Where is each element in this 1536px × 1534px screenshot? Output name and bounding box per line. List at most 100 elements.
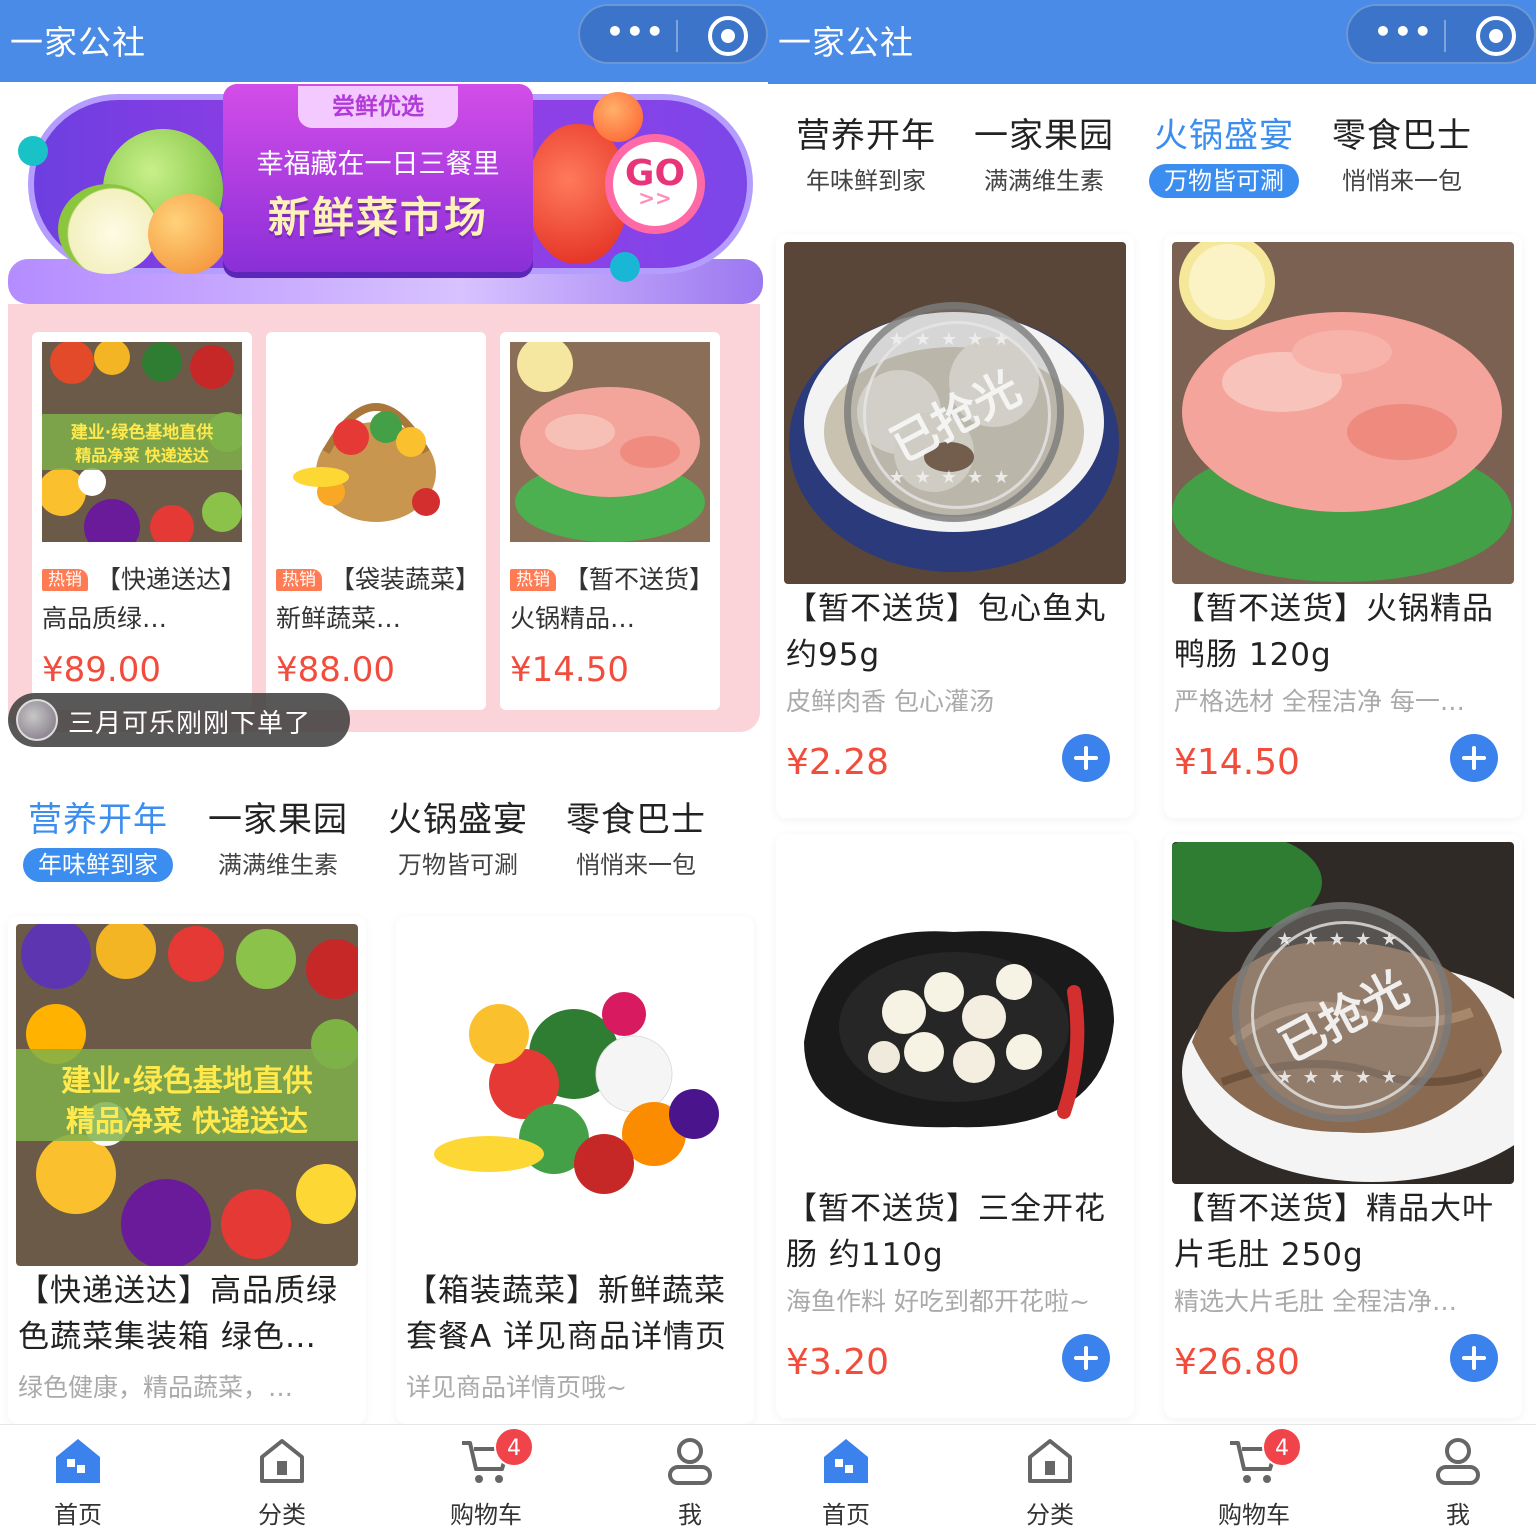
tab-subtitle: 悄悄来一包 <box>1342 167 1462 195</box>
image-caption: 建业·绿色基地直供 <box>61 1064 313 1099</box>
tab-hotpot[interactable]: 火锅盛宴 万物皆可涮 <box>1134 112 1314 198</box>
app-title: 一家公社 <box>10 23 146 62</box>
category-tabs: 营养开年 年味鲜到家 一家果园 满满维生素 火锅盛宴 万物皆可涮 零食巴士 悄悄… <box>0 796 768 906</box>
order-ticker: 三月可乐刚刚下单了 <box>8 693 350 747</box>
go-arrows: >> <box>638 186 672 210</box>
capsule-divider <box>1444 20 1446 52</box>
product-price: ¥89.00 <box>42 650 161 690</box>
category-icon <box>256 1435 308 1487</box>
tab-orchard[interactable]: 一家果园 满满维生素 <box>188 796 368 882</box>
tab-snacks[interactable]: 零食巴士 悄悄来一包 <box>546 796 726 882</box>
mini-program-capsule: ••• <box>578 4 768 64</box>
tab-orchard[interactable]: 一家果园 满满维生素 <box>954 112 1134 198</box>
stamp-stars: ★★★★★ <box>1276 1067 1408 1088</box>
home-icon <box>820 1435 872 1487</box>
close-target-icon[interactable] <box>708 16 748 56</box>
home-screen: 一家公社 ••• 尝鲜优选 幸福藏在一日三餐里 新鲜菜市场 GO >> 建业·绿… <box>0 0 768 1534</box>
product-image: 建业·绿色基地直供 精品净菜 快递送达 <box>16 924 358 1266</box>
tab-cart[interactable]: 4 购物车 <box>1184 1427 1324 1530</box>
product-price: ¥14.50 <box>510 650 629 690</box>
go-button[interactable]: GO >> <box>605 134 705 234</box>
hot-product-card[interactable]: 热销 【袋装蔬菜】新鲜蔬菜… ¥88.00 <box>266 332 486 710</box>
tab-label: 我 <box>1446 1501 1470 1529</box>
tab-home[interactable]: 首页 <box>8 1435 148 1530</box>
tab-subtitle: 满满维生素 <box>984 167 1104 195</box>
cart-badge: 4 <box>1262 1427 1302 1467</box>
tab-nutrition[interactable]: 营养开年 年味鲜到家 <box>8 796 188 882</box>
tab-subtitle: 年味鲜到家 <box>23 848 173 882</box>
cart-badge: 4 <box>494 1427 534 1467</box>
product-name: 热销 【袋装蔬菜】新鲜蔬菜… <box>276 560 480 638</box>
product-price: ¥88.00 <box>276 650 395 690</box>
tab-label: 购物车 <box>1218 1501 1290 1529</box>
product-description: 严格选材 全程洁净 每一… <box>1174 687 1465 716</box>
tab-subtitle: 万物皆可涮 <box>398 851 518 879</box>
tab-profile[interactable]: 我 <box>1388 1435 1528 1530</box>
tab-category[interactable]: 分类 <box>212 1435 352 1530</box>
product-card[interactable]: ★★★★★ 已抢光 ★★★★★ 【暂不送货】精品大叶片毛肚 250g 精选大片毛… <box>1164 834 1522 1418</box>
app-title: 一家公社 <box>778 23 914 62</box>
nav-bar: 一家公社 ••• <box>0 0 768 82</box>
add-to-cart-button[interactable] <box>1450 734 1498 782</box>
product-card[interactable]: 【箱装蔬菜】新鲜蔬菜套餐A 详见商品详情页 详见商品详情页哦~ <box>396 916 754 1424</box>
product-image: 建业·绿色基地直供 精品净菜 快递送达 <box>42 342 242 542</box>
tab-cart[interactable]: 4 购物车 <box>416 1427 556 1530</box>
product-description: 详见商品详情页哦~ <box>406 1373 627 1402</box>
deco-ball-icon <box>18 136 48 166</box>
hot-product-card[interactable]: 建业·绿色基地直供 精品净菜 快递送达 热销 【快递送达】高品质绿… ¥89.00 <box>32 332 252 710</box>
image-caption: 精品净菜 快递送达 <box>65 1104 309 1138</box>
close-target-icon[interactable] <box>1476 16 1516 56</box>
more-icon[interactable]: ••• <box>606 18 666 46</box>
product-card[interactable]: 【暂不送货】三全开花肠 约110g 海鱼作料 好吃到都开花啦~ ¥3.20 <box>776 834 1134 1418</box>
avatar <box>16 699 58 741</box>
more-icon[interactable]: ••• <box>1374 18 1434 46</box>
hotpot-screen: 一家公社 ••• 营养开年 年味鲜到家 一家果园 满满维生素 火锅盛宴 万物皆可… <box>768 0 1536 1534</box>
product-card[interactable]: 建业·绿色基地直供 精品净菜 快递送达 【快递送达】高品质绿色蔬菜集装箱 绿色…… <box>8 916 366 1424</box>
image-caption: 精品净菜 快递送达 <box>75 446 209 465</box>
tab-subtitle: 满满维生素 <box>218 851 338 879</box>
banner-center-panel: 尝鲜优选 幸福藏在一日三餐里 新鲜菜市场 <box>223 84 533 272</box>
product-price: ¥14.50 <box>1174 742 1300 783</box>
add-to-cart-button[interactable] <box>1062 1334 1110 1382</box>
add-to-cart-button[interactable] <box>1450 1334 1498 1382</box>
tab-subtitle: 年味鲜到家 <box>806 167 926 195</box>
tab-title: 火锅盛宴 <box>388 800 528 840</box>
tab-label: 分类 <box>258 1501 306 1529</box>
tab-profile[interactable]: 我 <box>620 1435 760 1530</box>
product-name: 【暂不送货】火锅精品鸭肠 120g <box>1174 591 1494 673</box>
product-name: 【箱装蔬菜】新鲜蔬菜套餐A 详见商品详情页 <box>406 1273 728 1355</box>
product-price: ¥3.20 <box>786 1342 890 1383</box>
cart-icon: 4 <box>1228 1427 1302 1487</box>
product-image <box>1172 242 1514 584</box>
tab-title: 火锅盛宴 <box>1154 116 1294 156</box>
profile-icon <box>664 1435 716 1487</box>
product-description: 绿色健康，精品蔬菜，… <box>18 1373 294 1402</box>
tab-category[interactable]: 分类 <box>980 1435 1120 1530</box>
tab-snacks[interactable]: 零食巴士 悄悄来一包 <box>1312 112 1492 198</box>
ticker-text: 三月可乐刚刚下单了 <box>68 709 312 739</box>
product-name: 【快递送达】高品质绿色蔬菜集装箱 绿色… <box>18 1273 338 1355</box>
banner-title: 新鲜菜市场 <box>267 193 488 242</box>
tab-home[interactable]: 首页 <box>776 1435 916 1530</box>
product-price: ¥2.28 <box>786 742 890 783</box>
product-image: ★★★★★ 已抢光 ★★★★★ <box>1172 842 1514 1184</box>
product-image <box>784 842 1126 1184</box>
tab-label: 我 <box>678 1501 702 1529</box>
hot-product-card[interactable]: 热销 【暂不送货】火锅精品… ¥14.50 <box>500 332 720 710</box>
tab-nutrition[interactable]: 营养开年 年味鲜到家 <box>776 112 956 198</box>
product-card[interactable]: ★★★★★ 已抢光 ★★★★★ 【暂不送货】包心鱼丸 约95g 皮鲜肉香 包心灌… <box>776 234 1134 818</box>
bottom-tab-bar: 首页 分类 4 购物车 我 <box>0 1424 768 1534</box>
product-image <box>510 342 710 542</box>
tab-title: 营养开年 <box>796 116 936 156</box>
tab-hotpot[interactable]: 火锅盛宴 万物皆可涮 <box>368 796 548 882</box>
tab-title: 零食巴士 <box>1332 116 1472 156</box>
product-description: 皮鲜肉香 包心灌汤 <box>786 687 994 716</box>
tab-title: 一家果园 <box>974 116 1114 156</box>
product-card[interactable]: 【暂不送货】火锅精品鸭肠 120g 严格选材 全程洁净 每一… ¥14.50 <box>1164 234 1522 818</box>
promo-banner[interactable]: 尝鲜优选 幸福藏在一日三餐里 新鲜菜市场 GO >> <box>8 84 763 304</box>
product-name: 【暂不送货】精品大叶片毛肚 250g <box>1174 1191 1494 1273</box>
product-price: ¥26.80 <box>1174 1342 1300 1383</box>
add-to-cart-button[interactable] <box>1062 734 1110 782</box>
bottom-tab-bar: 首页 分类 4 购物车 我 <box>768 1424 1536 1534</box>
category-icon <box>1024 1435 1076 1487</box>
